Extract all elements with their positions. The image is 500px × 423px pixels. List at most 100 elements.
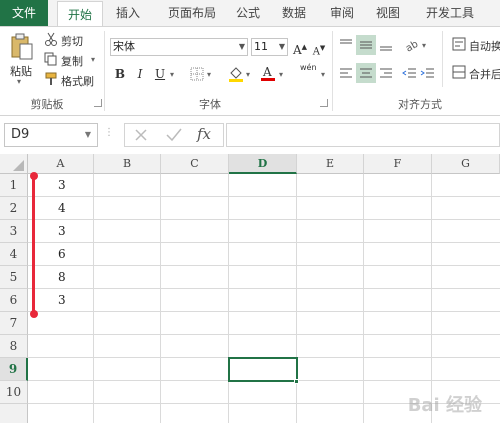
- annotation-dot-top: [29, 172, 38, 180]
- copy-icon[interactable]: [44, 52, 58, 69]
- column-header-g[interactable]: G: [432, 154, 500, 174]
- cell-a6[interactable]: 3: [28, 289, 93, 312]
- fill-color-dropdown-icon[interactable]: ▾: [246, 70, 250, 79]
- selected-cell-d9[interactable]: [228, 357, 298, 382]
- gridline: [28, 311, 500, 312]
- gridline: [28, 288, 500, 289]
- tab-home[interactable]: 开始: [57, 1, 103, 27]
- row-header-5[interactable]: 5: [0, 266, 28, 289]
- row-header-11[interactable]: [0, 404, 28, 423]
- formula-input[interactable]: [226, 123, 500, 147]
- row-header-9[interactable]: 9: [0, 358, 28, 381]
- border-icon[interactable]: [190, 67, 204, 84]
- name-box[interactable]: D9 ▼: [4, 123, 98, 147]
- row-header-3[interactable]: 3: [0, 220, 28, 243]
- row-header-1[interactable]: 1: [0, 174, 28, 197]
- italic-button[interactable]: I: [132, 65, 148, 83]
- row-header-2[interactable]: 2: [0, 197, 28, 220]
- column-header-f[interactable]: F: [364, 154, 432, 174]
- cut-icon[interactable]: [44, 32, 58, 49]
- font-launcher-icon[interactable]: [320, 99, 328, 107]
- cancel-icon[interactable]: [133, 127, 149, 146]
- cell-a1[interactable]: 3: [28, 174, 93, 197]
- grow-font-icon: A: [292, 43, 302, 57]
- increase-indent-icon[interactable]: [420, 65, 436, 84]
- column-header-c[interactable]: C: [161, 154, 229, 174]
- font-size-value: 11: [254, 40, 268, 53]
- tab-view[interactable]: 视图: [368, 0, 408, 26]
- orientation-dropdown-icon[interactable]: ▾: [422, 41, 426, 50]
- underline-button[interactable]: U: [152, 65, 168, 83]
- underline-dropdown-icon[interactable]: ▾: [170, 70, 174, 79]
- grow-font-button[interactable]: A▲: [292, 38, 308, 57]
- wrap-text-button[interactable]: 自动换: [469, 38, 500, 54]
- group-separator: [442, 31, 443, 87]
- row-header-6[interactable]: 6: [0, 289, 28, 312]
- row-header-8[interactable]: 8: [0, 335, 28, 358]
- annotation-bracket: [32, 176, 35, 314]
- orientation-icon[interactable]: ab: [404, 37, 420, 56]
- align-left-icon[interactable]: [338, 65, 354, 84]
- decrease-indent-icon[interactable]: [402, 65, 418, 84]
- column-header-b[interactable]: B: [94, 154, 161, 174]
- tab-review[interactable]: 审阅: [322, 0, 362, 26]
- clipboard-launcher-icon[interactable]: [94, 99, 102, 107]
- font-name-value: 宋体: [113, 40, 135, 53]
- copy-button[interactable]: 复制: [61, 53, 83, 69]
- enter-icon[interactable]: [165, 127, 183, 146]
- fill-color-icon[interactable]: [228, 65, 244, 86]
- cell-a2[interactable]: 4: [28, 197, 93, 220]
- paste-dropdown-icon[interactable]: ▾: [17, 77, 21, 86]
- paste-icon[interactable]: [10, 33, 34, 64]
- phonetic-dropdown-icon[interactable]: ▾: [321, 70, 325, 79]
- chevron-down-icon: ▼: [238, 42, 245, 51]
- gridline: [28, 196, 500, 197]
- tab-data[interactable]: 数据: [274, 0, 314, 26]
- svg-text:ab: ab: [404, 39, 420, 53]
- font-color-dropdown-icon[interactable]: ▾: [279, 70, 283, 79]
- align-center-icon[interactable]: [356, 63, 376, 83]
- align-bottom-icon[interactable]: [378, 37, 394, 56]
- format-painter-button[interactable]: 格式刷: [61, 73, 94, 89]
- row-header-7[interactable]: 7: [0, 312, 28, 335]
- gridline: [228, 174, 229, 423]
- insert-function-button[interactable]: fx: [197, 125, 211, 143]
- cell-a4[interactable]: 6: [28, 243, 93, 266]
- group-separator: [332, 31, 333, 111]
- row-header-10[interactable]: 10: [0, 381, 28, 404]
- copy-dropdown-icon[interactable]: ▾: [91, 55, 95, 64]
- column-header-d[interactable]: D: [229, 154, 297, 174]
- select-all-corner[interactable]: [0, 154, 28, 174]
- tab-formulas[interactable]: 公式: [228, 0, 268, 26]
- shrink-font-icon: A: [312, 46, 320, 58]
- fill-handle[interactable]: [294, 379, 299, 384]
- cell-a5[interactable]: 8: [28, 266, 93, 289]
- cut-button[interactable]: 剪切: [61, 33, 83, 49]
- border-dropdown-icon[interactable]: ▾: [207, 70, 211, 79]
- tab-insert[interactable]: 插入: [108, 0, 148, 26]
- wrap-text-icon[interactable]: [452, 37, 466, 54]
- align-middle-icon[interactable]: [356, 35, 376, 55]
- format-painter-icon[interactable]: [44, 72, 58, 89]
- font-size-select[interactable]: 11 ▼: [251, 38, 288, 56]
- merge-center-button[interactable]: 合并后: [469, 66, 500, 82]
- merge-center-icon[interactable]: [452, 65, 466, 82]
- gridline: [28, 219, 500, 220]
- gridline: [363, 174, 364, 423]
- tab-page-layout[interactable]: 页面布局: [157, 0, 227, 26]
- tab-developer[interactable]: 开发工具: [420, 0, 480, 26]
- column-header-a[interactable]: A: [28, 154, 94, 174]
- column-header-e[interactable]: E: [297, 154, 364, 174]
- font-color-icon[interactable]: A: [260, 64, 276, 85]
- font-name-select[interactable]: 宋体 ▼: [110, 38, 248, 56]
- align-top-icon[interactable]: [338, 37, 354, 56]
- worksheet-grid: A B C D E F G 1 2 3 4 5 6 7 8 9 10 3 4 3…: [0, 154, 500, 423]
- formula-bar: D9 ▼ ⋮ fx: [0, 117, 500, 151]
- tab-file[interactable]: 文件: [0, 0, 48, 26]
- shrink-font-button[interactable]: A▼: [311, 39, 327, 57]
- bold-button[interactable]: B: [112, 65, 128, 83]
- phonetic-button[interactable]: wén: [300, 63, 317, 72]
- row-header-4[interactable]: 4: [0, 243, 28, 266]
- cell-a3[interactable]: 3: [28, 220, 93, 243]
- align-right-icon[interactable]: [378, 65, 394, 84]
